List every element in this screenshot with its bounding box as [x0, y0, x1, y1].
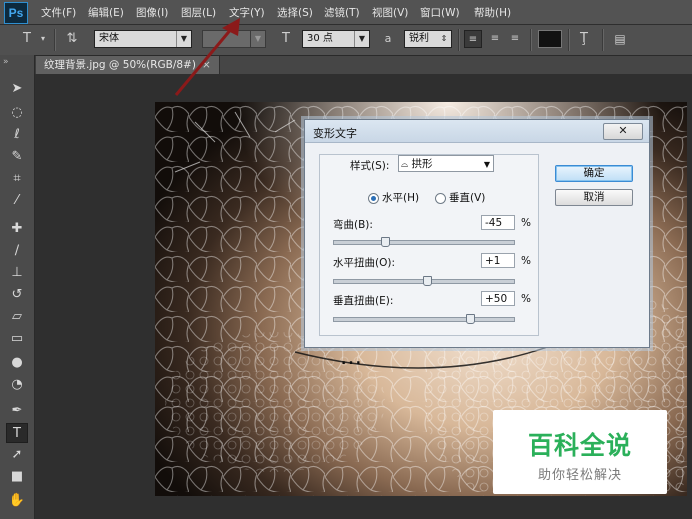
menu-image[interactable]: 图像(I)	[136, 5, 168, 20]
font-family-value: 宋体	[99, 33, 119, 44]
horizontal-distortion-label: 水平扭曲(O):	[333, 257, 395, 269]
dodge-icon[interactable]: ◔	[6, 375, 28, 395]
font-size-select[interactable]: 30 点 ▼	[302, 30, 370, 48]
menu-layer[interactable]: 图层(L)	[181, 5, 216, 20]
vertical-distortion-label: 垂直扭曲(E):	[333, 295, 394, 307]
document-title: 纹理背景.jpg @ 50%(RGB/8#)	[44, 59, 196, 71]
document-tab[interactable]: 纹理背景.jpg @ 50%(RGB/8#) ×	[36, 56, 220, 74]
style-select[interactable]: ⌓ 拱形 ▼	[398, 155, 494, 172]
horizontal-distortion-input[interactable]: +1	[481, 253, 515, 268]
cancel-button[interactable]: 取消	[555, 189, 633, 206]
style-value: 拱形	[411, 158, 433, 170]
history-brush-icon[interactable]: ↺	[6, 285, 28, 305]
pen-icon[interactable]: ✒	[6, 401, 28, 421]
warp-text-dialog: 变形文字 ✕ 样式(S): ⌓ 拱形 ▼ 水平(H) 垂直(V) 弯曲(B): …	[304, 119, 650, 348]
hand-icon[interactable]: ✋	[6, 491, 28, 511]
menu-help[interactable]: 帮助(H)	[474, 5, 511, 20]
horizontal-radio[interactable]	[368, 193, 379, 204]
panel-collapse-icon[interactable]: »	[3, 57, 9, 67]
blur-icon[interactable]: ●	[6, 353, 28, 373]
chevron-down-icon: ▼	[483, 160, 490, 169]
text-color-swatch[interactable]	[538, 30, 562, 48]
arch-style-icon: ⌓	[401, 160, 409, 170]
horizontal-distortion-slider-thumb[interactable]	[423, 276, 432, 286]
vertical-radio[interactable]	[435, 193, 446, 204]
bend-input[interactable]: -45	[481, 215, 515, 230]
close-icon[interactable]: ✕	[603, 123, 643, 140]
vertical-distortion-input[interactable]: +50	[481, 291, 515, 306]
chevron-down-icon: ▼	[176, 31, 191, 47]
chevron-down-icon: ▼	[354, 31, 369, 47]
bend-slider-track[interactable]	[333, 240, 515, 245]
eraser-icon[interactable]: ▱	[6, 307, 28, 327]
healing-icon[interactable]: ✚	[6, 219, 28, 239]
vertical-distortion-percent: %	[521, 293, 531, 305]
photoshop-logo: Ps	[4, 2, 28, 24]
font-size-icon: T	[282, 31, 290, 46]
antialias-select[interactable]: 锐利 ⇕	[404, 30, 452, 48]
eyedropper-icon[interactable]: ⁄	[6, 191, 28, 211]
warp-text-icon[interactable]: Ţ	[574, 30, 594, 48]
crop-icon[interactable]: ⌗	[6, 169, 28, 189]
align-center-icon[interactable]: ≡	[486, 30, 504, 48]
font-family-select[interactable]: 宋体 ▼	[94, 30, 192, 48]
lasso-icon[interactable]: ℓ	[6, 125, 28, 145]
marquee-icon[interactable]: ◌	[6, 103, 28, 123]
antialias-icon: a	[384, 32, 392, 45]
font-style-select[interactable]: ▼	[202, 30, 266, 48]
dialog-title: 变形文字	[313, 127, 357, 140]
watermark-logo: 百科全说 助你轻松解决	[493, 410, 667, 494]
menu-select[interactable]: 选择(S)	[277, 5, 313, 20]
horizontal-label: 水平(H)	[382, 192, 420, 204]
antialias-value: 锐利	[409, 33, 429, 44]
quick-select-icon[interactable]: ✎	[6, 147, 28, 167]
tools-panel: » ➤ ◌ ℓ ✎ ⌗ ⁄ ✚ ∕ ⊥ ↺ ▱ ▭ ● ◔ ✒ T ➚ ■ ✋	[0, 55, 35, 519]
path-select-icon[interactable]: ➚	[6, 445, 28, 465]
text-orientation-icon[interactable]: ⇅	[62, 30, 82, 48]
menu-file[interactable]: 文件(F)	[41, 5, 76, 20]
character-panel-icon[interactable]: ▤	[610, 30, 630, 48]
align-left-icon[interactable]: ≡	[464, 30, 482, 48]
dialog-title-bar[interactable]: 变形文字 ✕	[305, 120, 649, 143]
menu-filter[interactable]: 滤镜(T)	[324, 5, 360, 20]
warp-settings-group	[319, 154, 539, 336]
brush-icon[interactable]: ∕	[6, 241, 28, 261]
bend-slider-thumb[interactable]	[381, 237, 390, 247]
menu-type[interactable]: 文字(Y)	[229, 5, 265, 20]
type-icon[interactable]: T	[6, 423, 28, 443]
bend-percent: %	[521, 217, 531, 229]
close-icon[interactable]: ×	[202, 59, 211, 71]
chevron-down-icon: ▼	[250, 31, 265, 47]
options-bar: T ▾ ⇅ 宋体 ▼ ▼ T 30 点 ▼ a 锐利 ⇕ ≡ ≡ ≡ Ţ ▤	[0, 25, 692, 56]
watermark-title: 百科全说	[527, 431, 632, 460]
move-icon[interactable]: ➤	[6, 79, 28, 99]
align-right-icon[interactable]: ≡	[506, 30, 524, 48]
chevron-updown-icon: ⇕	[440, 34, 448, 43]
horizontal-distortion-percent: %	[521, 255, 531, 267]
style-label: 样式(S):	[350, 160, 390, 172]
tool-preset-arrow-icon[interactable]: ▾	[38, 30, 48, 48]
vertical-distortion-slider-track[interactable]	[333, 317, 515, 322]
vertical-label: 垂直(V)	[449, 192, 486, 204]
text-tool-icon[interactable]: T	[18, 30, 36, 48]
font-size-value: 30 点	[307, 33, 333, 44]
menu-bar: Ps 文件(F) 编辑(E) 图像(I) 图层(L) 文字(Y) 选择(S) 滤…	[0, 0, 692, 25]
vertical-distortion-slider-thumb[interactable]	[466, 314, 475, 324]
gradient-icon[interactable]: ▭	[6, 329, 28, 349]
bend-label: 弯曲(B):	[333, 219, 373, 231]
warped-text: …	[340, 345, 370, 370]
menu-edit[interactable]: 编辑(E)	[88, 5, 124, 20]
menu-window[interactable]: 窗口(W)	[420, 5, 460, 20]
shape-icon[interactable]: ■	[6, 467, 28, 487]
ok-button[interactable]: 确定	[555, 165, 633, 182]
stamp-icon[interactable]: ⊥	[6, 263, 28, 283]
document-tab-bar: 纹理背景.jpg @ 50%(RGB/8#) ×	[36, 56, 692, 74]
watermark-subtitle: 助你轻松解决	[537, 468, 622, 483]
menu-view[interactable]: 视图(V)	[372, 5, 408, 20]
